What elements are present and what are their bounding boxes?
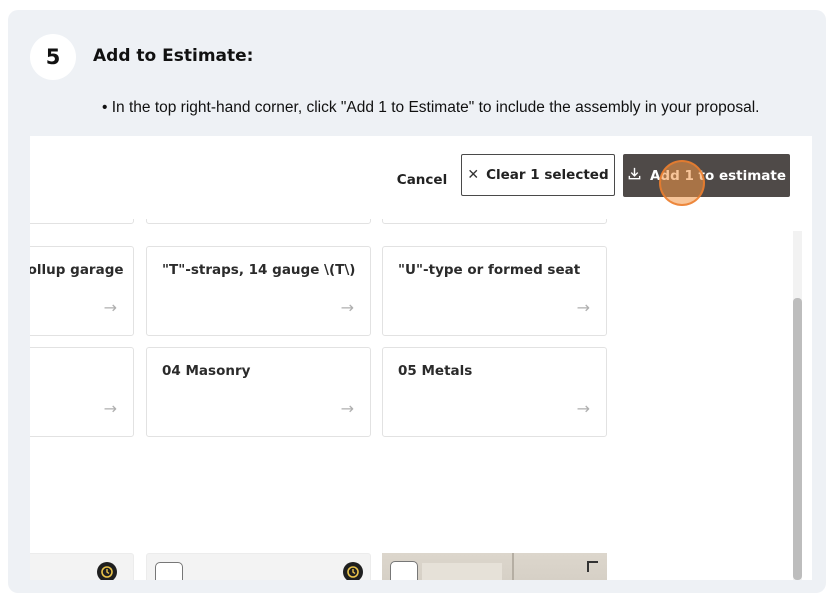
step-instruction: • In the top right-hand corner, click "A… (102, 99, 760, 116)
product-card-2[interactable] (146, 553, 371, 580)
step-number: 5 (45, 45, 61, 69)
tile-t-straps[interactable]: "T"-straps, 14 gauge \(T\) → (146, 246, 371, 336)
image-detail (512, 553, 514, 580)
tile-label: "T"-straps, 14 gauge \(T\) (162, 262, 356, 278)
add-to-estimate-label: Add 1 to estimate (649, 167, 787, 184)
cancel-label: Cancel (396, 172, 448, 188)
screenshot-panel: Cancel ✕ Clear 1 selected Add 1 to estim… (30, 136, 812, 580)
recycle-icon (97, 562, 117, 580)
select-checkbox[interactable] (390, 561, 418, 580)
clear-selected-label: Clear 1 selected (486, 167, 609, 183)
tile-04-masonry[interactable]: 04 Masonry → (146, 347, 371, 437)
cancel-button[interactable]: Cancel (382, 163, 462, 197)
image-detail (422, 563, 502, 580)
step-number-badge: 5 (30, 34, 76, 80)
tile-label: rollup garage (30, 262, 124, 278)
arrow-right-icon: → (576, 298, 590, 317)
arrow-right-icon: → (340, 298, 354, 317)
tile-unlabeled[interactable]: → (30, 347, 134, 437)
arrow-right-icon: → (340, 399, 354, 418)
clear-selected-button[interactable]: ✕ Clear 1 selected (461, 154, 615, 196)
step-title: Add to Estimate: (93, 46, 254, 66)
tile-u-type-seat[interactable]: "U"-type or formed seat → (382, 246, 607, 336)
step-card: 5 Add to Estimate: • In the top right-ha… (8, 10, 826, 593)
product-card-3-image[interactable] (382, 553, 607, 580)
add-to-estimate-button[interactable]: Add 1 to estimate (623, 154, 790, 197)
product-card-1[interactable] (30, 553, 134, 580)
arrow-right-icon: → (576, 399, 590, 418)
corner-mark-icon (587, 561, 598, 572)
tile-label: "U"-type or formed seat (398, 262, 581, 278)
scrollbar-thumb[interactable] (793, 298, 802, 580)
tile-label: 05 Metals (398, 363, 473, 379)
arrow-right-icon: → (103, 298, 117, 317)
close-icon: ✕ (467, 167, 480, 183)
recycle-icon (343, 562, 363, 580)
toolbar: Cancel ✕ Clear 1 selected Add 1 to estim… (30, 136, 812, 219)
tile-05-metals[interactable]: 05 Metals → (382, 347, 607, 437)
select-checkbox[interactable] (155, 562, 183, 580)
tile-label: 04 Masonry (162, 363, 251, 379)
arrow-right-icon: → (103, 399, 117, 418)
tile-rollup-garage[interactable]: rollup garage → (30, 246, 134, 336)
download-icon (627, 166, 642, 185)
